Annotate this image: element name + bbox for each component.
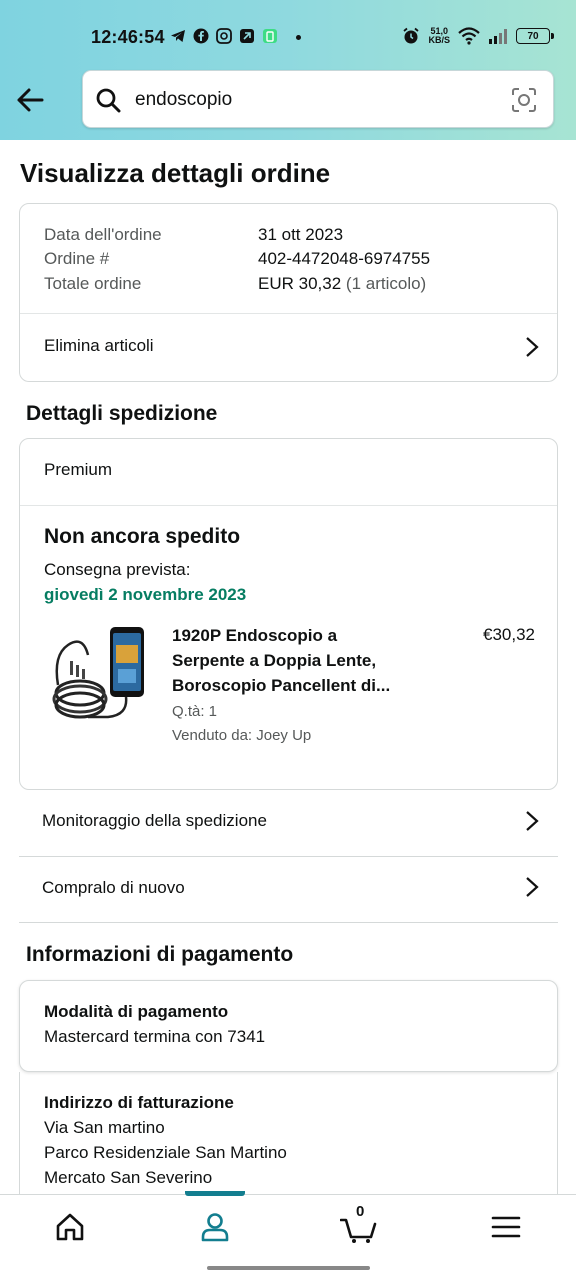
battery-saver-icon xyxy=(262,28,278,44)
order-total-value: EUR 30,32 xyxy=(258,274,342,293)
home-icon[interactable] xyxy=(54,1211,86,1243)
app-icon-2 xyxy=(239,28,255,44)
shipping-heading: Dettagli spedizione xyxy=(26,402,218,425)
back-button[interactable] xyxy=(14,84,46,116)
payment-method-card: Modalità di pagamento Mastercard termina… xyxy=(19,980,558,1072)
shipping-service: Premium xyxy=(44,460,113,479)
buy-again-label: Compralo di nuovo xyxy=(42,878,185,897)
back-arrow-icon xyxy=(17,88,44,112)
speed-unit: KB/S xyxy=(428,35,450,45)
chevron-right-icon xyxy=(526,811,539,831)
order-total: EUR 30,32 (1 articolo) xyxy=(258,274,426,294)
page-title: Visualizza dettagli ordine xyxy=(20,158,331,188)
delete-items-row[interactable]: Elimina articoli xyxy=(20,314,557,381)
payment-heading: Informazioni di pagamento xyxy=(26,943,294,966)
billing-line-2: Parco Residenziale San Martino xyxy=(44,1143,287,1162)
order-total-label: Totale ordine xyxy=(44,274,142,293)
payment-method-value: Mastercard termina con 7341 xyxy=(44,1027,266,1046)
delivery-date: giovedì 2 novembre 2023 xyxy=(44,585,247,604)
order-date-value: 31 ott 2023 xyxy=(258,225,344,244)
payment-method-label: Modalità di pagamento xyxy=(44,1002,229,1021)
search-bar[interactable]: endoscopio xyxy=(82,70,554,128)
delivery-label: Consegna prevista: xyxy=(44,560,191,579)
order-summary-card: Data dell'ordine 31 ott 2023 Ordine # 40… xyxy=(19,203,558,382)
billing-line-3: Mercato San Severino xyxy=(44,1168,213,1187)
app-icon xyxy=(216,28,232,44)
bottom-navigation: 0 xyxy=(0,1191,576,1260)
billing-line-1: Via San martino xyxy=(44,1118,165,1137)
order-date-label: Data dell'ordine xyxy=(44,225,162,244)
gesture-bar[interactable] xyxy=(207,1266,370,1270)
account-icon[interactable] xyxy=(199,1211,231,1243)
order-number-label: Ordine # xyxy=(44,249,110,268)
product-title[interactable]: 1920P Endoscopio a Serpente a Doppia Len… xyxy=(172,623,412,698)
product-quantity: Q.tà: 1 xyxy=(172,703,218,720)
product-seller: Venduto da: Joey Up xyxy=(172,727,312,744)
delete-items-label: Elimina articoli xyxy=(44,336,154,355)
product-image[interactable] xyxy=(48,625,148,725)
divider xyxy=(19,922,558,923)
app-header: 12:46:54 51,0 KB/S 70 endoscopio xyxy=(0,0,576,140)
cart-icon[interactable] xyxy=(340,1211,378,1243)
chevron-right-icon xyxy=(526,877,539,897)
wifi-icon xyxy=(458,27,480,45)
more-notifications-dot xyxy=(296,35,301,40)
track-shipment-row[interactable]: Monitoraggio della spedizione xyxy=(19,790,558,856)
battery-indicator: 70 xyxy=(516,28,554,44)
chevron-right-icon xyxy=(526,337,539,357)
order-total-items: (1 articolo) xyxy=(345,274,427,293)
status-bar: 12:46:54 51,0 KB/S 70 xyxy=(0,0,576,58)
telegram-icon xyxy=(170,28,186,44)
track-shipment-label: Monitoraggio della spedizione xyxy=(42,811,267,830)
facebook-icon xyxy=(193,28,209,44)
shipment-status: Non ancora spedito xyxy=(44,525,241,548)
camera-search-icon[interactable] xyxy=(511,87,537,113)
active-tab-indicator xyxy=(185,1191,245,1196)
shipment-card: Premium Non ancora spedito Consegna prev… xyxy=(19,438,558,790)
notification-icons xyxy=(170,28,278,44)
status-time: 12:46:54 xyxy=(91,27,165,47)
divider xyxy=(20,505,557,506)
buy-again-row[interactable]: Compralo di nuovo xyxy=(19,857,558,923)
search-icon xyxy=(96,88,121,113)
product-price: €30,32 xyxy=(483,625,535,644)
billing-address-section: Indirizzo di fatturazione Via San martin… xyxy=(19,1072,558,1194)
search-input[interactable]: endoscopio xyxy=(135,89,232,111)
alarm-icon xyxy=(403,27,420,44)
billing-address-label: Indirizzo di fatturazione xyxy=(44,1093,234,1112)
status-right: 51,0 KB/S 70 xyxy=(402,27,554,45)
order-number-value: 402-4472048-6974755 xyxy=(258,249,431,268)
menu-icon[interactable] xyxy=(490,1211,522,1243)
network-speed: 51,0 KB/S xyxy=(428,27,450,45)
signal-icon xyxy=(489,29,507,44)
